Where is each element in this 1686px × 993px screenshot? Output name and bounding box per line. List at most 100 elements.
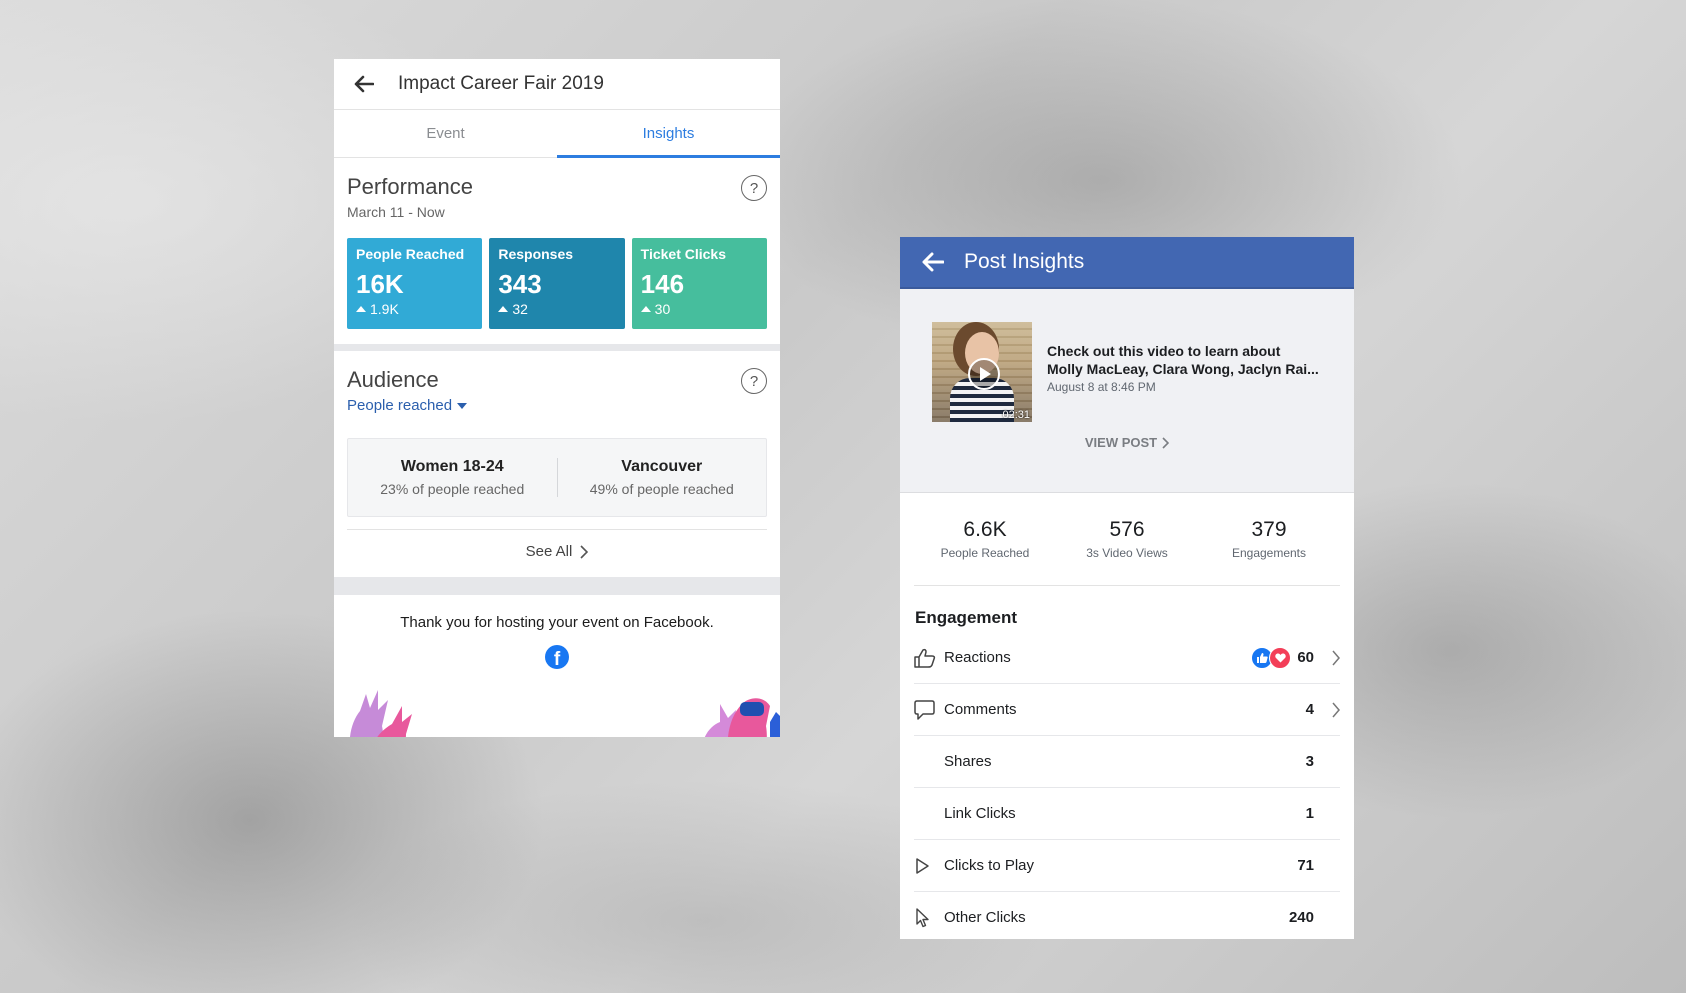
- stat-delta-value: 30: [654, 301, 671, 317]
- chevron-right-icon: [1162, 436, 1170, 449]
- engagement-row-clicks-to-play: Clicks to Play 71: [914, 840, 1340, 892]
- up-arrow-icon: [498, 306, 509, 312]
- engagement-value: 1: [1305, 805, 1314, 822]
- audience-metric-dropdown[interactable]: People reached: [347, 397, 767, 414]
- engagement-row-reactions[interactable]: Reactions 60: [914, 632, 1340, 684]
- post-caption-line: Molly MacLeay, Clara Wong, Jaclyn Rai...: [1047, 361, 1319, 377]
- event-title: Impact Career Fair 2019: [398, 73, 604, 94]
- post-caption-line: Check out this video to learn about: [1047, 343, 1281, 359]
- video-thumbnail[interactable]: 02:31: [932, 322, 1032, 422]
- audience-item-sub: 49% of people reached: [589, 481, 734, 497]
- engagement-value: 4: [1305, 701, 1314, 718]
- engagement-title: Engagement: [915, 608, 1018, 627]
- engagement-row-link-clicks: Link Clicks 1: [914, 788, 1340, 840]
- play-triangle: [980, 367, 991, 381]
- section-divider: [334, 577, 780, 595]
- post-insights-header: Post Insights: [900, 237, 1354, 289]
- post-insights-card: Post Insights 02:31 Check out this video…: [900, 237, 1354, 939]
- metric-value: 576: [1109, 518, 1145, 541]
- performance-section: ? Performance March 11 - Now People Reac…: [334, 158, 780, 344]
- performance-date-range: March 11 - Now: [347, 204, 445, 220]
- back-button[interactable]: [922, 252, 944, 272]
- stat-delta: 30: [640, 301, 758, 317]
- tab-insights[interactable]: Insights: [557, 110, 780, 158]
- engagement-row-shares: Shares 3: [914, 736, 1340, 788]
- metric-people-reached: 6.6K People Reached: [914, 493, 1056, 585]
- stat-tile-responses[interactable]: Responses 343 32: [489, 238, 625, 329]
- engagement-label: Shares: [944, 753, 992, 770]
- stat-delta: 1.9K: [356, 301, 473, 317]
- audience-item: Women 18-24 23% of people reached: [348, 458, 557, 497]
- play-icon: [916, 857, 929, 874]
- engagement-value: 60: [1297, 649, 1314, 666]
- chevron-right-icon: [580, 544, 589, 559]
- metric-label: Engagements: [1231, 546, 1307, 560]
- audience-title: Audience: [347, 367, 439, 392]
- comment-icon: [914, 699, 935, 720]
- performance-title: Performance: [347, 174, 473, 199]
- engagement-row-other-clicks: Other Clicks 240: [914, 892, 1340, 939]
- video-duration: 02:31: [1002, 409, 1030, 421]
- metric-engagements: 379 Engagements: [1198, 493, 1340, 585]
- celebration-hands-right-icon: [704, 698, 780, 737]
- view-post-link[interactable]: VIEW POST: [900, 435, 1354, 450]
- stat-delta-value: 1.9K: [370, 301, 399, 317]
- stat-delta: 32: [498, 301, 615, 317]
- up-arrow-icon: [640, 306, 651, 312]
- engagement-label: Link Clicks: [944, 805, 1016, 822]
- metric-label: 3s Video Views: [1086, 546, 1168, 560]
- back-button[interactable]: [354, 75, 384, 93]
- thumbs-up-icon: [914, 648, 936, 668]
- event-insights-card: Impact Career Fair 2019 Event Insights ?…: [334, 59, 780, 737]
- stat-value: 146: [640, 269, 685, 299]
- post-date: August 8 at 8:46 PM: [1047, 380, 1156, 394]
- play-icon: [968, 358, 1000, 390]
- thanks-message: Thank you for hosting your event on Face…: [400, 614, 714, 631]
- caret-down-icon: [457, 402, 468, 409]
- audience-item: Vancouver 49% of people reached: [556, 458, 767, 497]
- engagement-value: 71: [1297, 857, 1314, 874]
- stat-delta-value: 32: [512, 301, 528, 317]
- audience-summary: Women 18-24 23% of people reached Vancou…: [347, 438, 767, 517]
- performance-help-icon[interactable]: ?: [741, 175, 767, 201]
- engagement-label: Other Clicks: [944, 909, 1026, 926]
- event-tabs: Event Insights: [334, 110, 780, 158]
- tab-event[interactable]: Event: [334, 110, 557, 157]
- event-header: Impact Career Fair 2019: [334, 59, 780, 110]
- post-insights-title: Post Insights: [964, 250, 1085, 273]
- event-footer: Thank you for hosting your event on Face…: [334, 614, 780, 737]
- audience-item-main: Women 18-24: [400, 458, 504, 475]
- view-post-label: VIEW POST: [1084, 435, 1158, 450]
- reaction-icons: [1251, 646, 1292, 669]
- chevron-right-icon: [1332, 702, 1340, 717]
- stat-tiles: People Reached 16K 1.9K Responses 343 32…: [347, 238, 767, 329]
- stat-label: Ticket Clicks: [640, 246, 727, 262]
- engagement-list: Reactions 60 Comments 4 Shares 3 Link Cl…: [914, 632, 1340, 939]
- engagement-value: 240: [1288, 909, 1314, 926]
- audience-item-sub: 23% of people reached: [380, 481, 525, 497]
- stat-label: Responses: [498, 246, 574, 262]
- metric-value: 6.6K: [963, 518, 1007, 541]
- stat-value: 343: [498, 269, 542, 299]
- audience-help-icon[interactable]: ?: [741, 368, 767, 394]
- engagement-value: 3: [1305, 753, 1314, 770]
- cursor-icon: [916, 907, 929, 927]
- engagement-label: Comments: [944, 701, 1017, 718]
- post-metrics: 6.6K People Reached 576 3s Video Views 3…: [914, 493, 1340, 586]
- engagement-row-comments[interactable]: Comments 4: [914, 684, 1340, 736]
- post-preview: 02:31 Check out this video to learn abou…: [900, 289, 1354, 493]
- love-reaction-icon: [1269, 646, 1292, 669]
- see-all-button[interactable]: See All: [347, 529, 767, 573]
- engagement-label: Reactions: [944, 649, 1011, 666]
- post-text: Check out this video to learn about Moll…: [1047, 342, 1327, 394]
- metric-label: People Reached: [940, 546, 1030, 560]
- audience-item-main: Vancouver: [621, 458, 703, 475]
- metric-video-views: 576 3s Video Views: [1056, 493, 1198, 585]
- stat-tile-people-reached[interactable]: People Reached 16K 1.9K: [347, 238, 483, 329]
- stat-tile-ticket-clicks[interactable]: Ticket Clicks 146 30: [631, 238, 767, 329]
- metric-value: 379: [1251, 518, 1287, 541]
- see-all-label: See All: [525, 543, 573, 560]
- back-arrow-icon: [922, 252, 944, 272]
- audience-section: ? Audience People reached Women 18-24 23…: [334, 351, 780, 577]
- section-divider: [334, 344, 780, 351]
